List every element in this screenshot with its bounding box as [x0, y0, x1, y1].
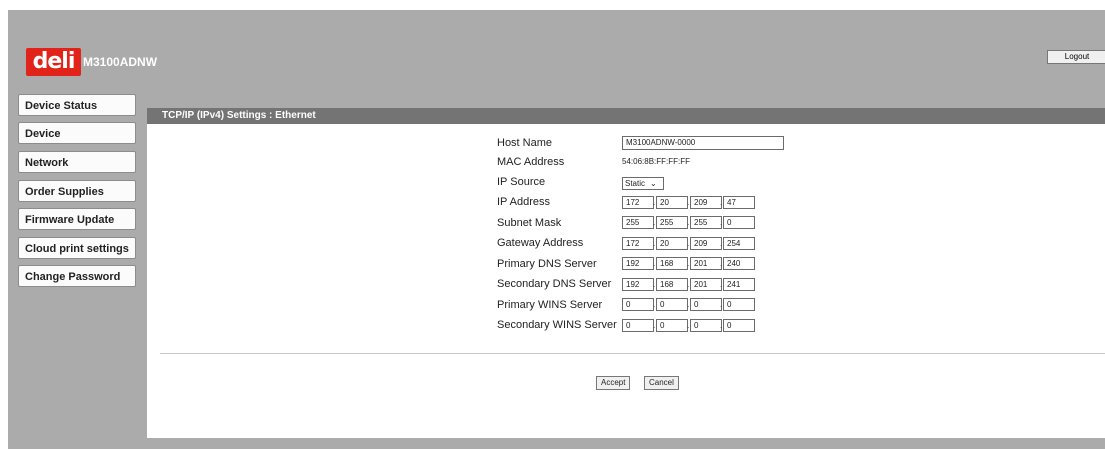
primary-dns-octet-2[interactable]: 168	[656, 257, 688, 270]
ip-address-octet-1[interactable]: 172	[622, 196, 654, 209]
nav-change-password[interactable]: Change Password	[18, 265, 136, 287]
octet-dot: .	[720, 239, 723, 248]
subnet-mask-octet-3[interactable]: 255	[690, 216, 722, 229]
secondary-wins-octet-4[interactable]: 0	[723, 319, 755, 332]
mac-address-label: MAC Address	[497, 156, 565, 168]
octet-dot: .	[653, 321, 656, 330]
octet-dot: .	[653, 218, 656, 227]
octet-dot: .	[653, 198, 656, 207]
octet-dot: .	[720, 300, 723, 309]
ip-address-label: IP Address	[497, 196, 550, 208]
secondary-wins-label: Secondary WINS Server	[497, 319, 617, 331]
octet-dot: .	[720, 280, 723, 289]
primary-wins-octet-4[interactable]: 0	[723, 298, 755, 311]
octet-dot: .	[653, 259, 656, 268]
ip-address-octet-3[interactable]: 209	[690, 196, 722, 209]
logout-button[interactable]: Logout	[1047, 50, 1105, 64]
gateway-octet-2[interactable]: 20	[656, 237, 688, 250]
host-name-input[interactable]: M3100ADNW-0000	[622, 136, 784, 150]
octet-dot: .	[653, 300, 656, 309]
gateway-address-label: Gateway Address	[497, 237, 584, 249]
subnet-mask-label: Subnet Mask	[497, 217, 562, 229]
secondary-wins-octet-1[interactable]: 0	[622, 319, 654, 332]
octet-dot: .	[687, 280, 690, 289]
section-title: TCP/IP (IPv4) Settings : Ethernet	[162, 110, 316, 121]
form-divider	[160, 353, 1105, 354]
nav-device-configuration[interactable]: Device Configuration	[18, 122, 136, 162]
nav-order-supplies[interactable]: Order Supplies	[18, 180, 136, 202]
octet-dot: .	[687, 321, 690, 330]
model-name: M3100ADNW	[83, 55, 158, 69]
mac-address-value: 54:06:8B:FF:FF:FF	[622, 157, 691, 166]
nav-firmware-update[interactable]: Firmware Update	[18, 208, 136, 230]
ip-source-select[interactable]: Static ⌄	[622, 177, 664, 190]
primary-dns-octet-4[interactable]: 240	[723, 257, 755, 270]
primary-dns-label: Primary DNS Server	[497, 258, 597, 270]
secondary-dns-octet-3[interactable]: 201	[690, 278, 722, 291]
subnet-mask-octet-1[interactable]: 255	[622, 216, 654, 229]
octet-dot: .	[687, 218, 690, 227]
nav-network[interactable]: Network	[18, 151, 136, 173]
ip-address-octet-4[interactable]: 47	[723, 196, 755, 209]
octet-dot: .	[687, 259, 690, 268]
host-name-label: Host Name	[497, 137, 553, 149]
ip-source-label: IP Source	[497, 176, 546, 188]
primary-wins-label: Primary WINS Server	[497, 299, 603, 311]
secondary-dns-octet-2[interactable]: 168	[656, 278, 688, 291]
secondary-dns-label: Secondary DNS Server	[497, 278, 612, 290]
secondary-dns-octet-4[interactable]: 241	[723, 278, 755, 291]
primary-dns-octet-1[interactable]: 192	[622, 257, 654, 270]
octet-dot: .	[720, 259, 723, 268]
deli-logo: deli	[26, 48, 81, 76]
octet-dot: .	[653, 280, 656, 289]
octet-dot: .	[720, 321, 723, 330]
secondary-wins-octet-3[interactable]: 0	[690, 319, 722, 332]
top-strip	[0, 0, 1105, 10]
octet-dot: .	[687, 239, 690, 248]
gateway-octet-4[interactable]: 254	[723, 237, 755, 250]
octet-dot: .	[653, 239, 656, 248]
ip-address-octet-2[interactable]: 20	[656, 196, 688, 209]
gateway-octet-3[interactable]: 209	[690, 237, 722, 250]
gateway-octet-1[interactable]: 172	[622, 237, 654, 250]
subnet-mask-octet-2[interactable]: 255	[656, 216, 688, 229]
primary-wins-octet-2[interactable]: 0	[656, 298, 688, 311]
secondary-dns-octet-1[interactable]: 192	[622, 278, 654, 291]
octet-dot: .	[720, 218, 723, 227]
primary-wins-octet-1[interactable]: 0	[622, 298, 654, 311]
subnet-mask-octet-4[interactable]: 0	[723, 216, 755, 229]
octet-dot: .	[687, 300, 690, 309]
octet-dot: .	[687, 198, 690, 207]
secondary-wins-octet-2[interactable]: 0	[656, 319, 688, 332]
primary-dns-octet-3[interactable]: 201	[690, 257, 722, 270]
nav-device-status[interactable]: Device Status	[18, 94, 136, 116]
primary-wins-octet-3[interactable]: 0	[690, 298, 722, 311]
octet-dot: .	[720, 198, 723, 207]
cancel-button[interactable]: Cancel	[644, 376, 679, 390]
chevron-down-icon: ⌄	[650, 179, 657, 188]
accept-button[interactable]: Accept	[596, 376, 631, 390]
ip-source-value: Static	[625, 179, 646, 188]
nav-cloud-print-settings[interactable]: Cloud print settings	[18, 237, 136, 259]
